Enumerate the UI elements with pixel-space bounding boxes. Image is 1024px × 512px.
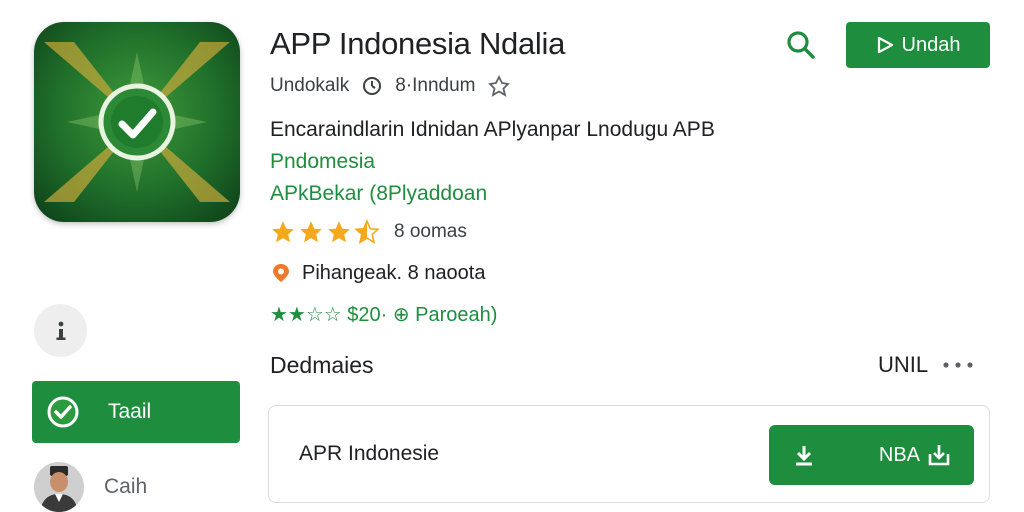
sidebar-user-label: Caih bbox=[104, 475, 148, 498]
play-icon bbox=[877, 36, 893, 54]
card-label: APR Indonesie bbox=[299, 442, 440, 465]
search-button[interactable] bbox=[784, 28, 818, 62]
tray-download-icon bbox=[928, 445, 950, 466]
clock-icon bbox=[363, 77, 382, 95]
sidebar-user[interactable]: Caih bbox=[34, 462, 147, 512]
card-download-button[interactable]: NBA bbox=[769, 425, 974, 485]
meta-row: Undokalk 8·Inndum bbox=[270, 74, 510, 98]
publisher-row: Pihangeak. 8 naoota bbox=[270, 259, 486, 287]
star-icon bbox=[328, 221, 350, 243]
install-button[interactable]: Undah bbox=[846, 22, 990, 68]
app-icon bbox=[34, 22, 240, 222]
sidebar-tab-label: Taail bbox=[108, 400, 152, 423]
rating-count: 8 oomas bbox=[394, 221, 467, 242]
price-row: ★★☆☆ $20· ⊕ Paroeah) bbox=[270, 300, 497, 328]
sidebar-tab-detail[interactable]: Taail bbox=[32, 381, 240, 443]
app-description: Encaraindlarin Idnidan APlyanpar Lnodugu… bbox=[270, 118, 715, 141]
publisher-text: Pihangeak. 8 naoota bbox=[302, 261, 486, 284]
location-pin-icon bbox=[273, 264, 289, 282]
check-badge-icon bbox=[47, 396, 79, 428]
install-button-label: Undah bbox=[901, 33, 961, 56]
app-category[interactable]: Pndomesia bbox=[270, 150, 375, 174]
badge-icon bbox=[487, 75, 510, 97]
rating-stars bbox=[270, 219, 380, 245]
section-title: Dedmaies bbox=[270, 352, 374, 378]
download-count: 8·Inndum bbox=[395, 75, 476, 96]
star-icon bbox=[300, 221, 322, 243]
more-dots-icon bbox=[943, 362, 973, 368]
avatar bbox=[34, 462, 84, 512]
developer-name[interactable]: Undokalk bbox=[270, 75, 349, 97]
rating-row: 8 oomas bbox=[270, 218, 467, 246]
star-icon bbox=[272, 221, 294, 243]
person-avatar-icon bbox=[34, 462, 84, 512]
section-link[interactable]: UNIL bbox=[878, 352, 974, 378]
app-logo-graphic bbox=[44, 42, 230, 202]
download-icon bbox=[796, 446, 812, 466]
price-text: ★★☆☆ $20· ⊕ Paroeah) bbox=[270, 303, 498, 326]
section-link-label: UNIL bbox=[878, 352, 929, 377]
app-tags[interactable]: APkBekar (8Plyaddoan bbox=[270, 182, 487, 206]
app-title: APP Indonesia Ndalia bbox=[270, 26, 566, 61]
half-star-icon bbox=[354, 219, 380, 244]
info-button[interactable] bbox=[34, 304, 87, 357]
app-card: APR Indonesie NBA bbox=[268, 405, 990, 503]
info-icon bbox=[56, 321, 65, 340]
card-button-label: NBA bbox=[878, 443, 920, 466]
search-icon bbox=[787, 31, 815, 59]
